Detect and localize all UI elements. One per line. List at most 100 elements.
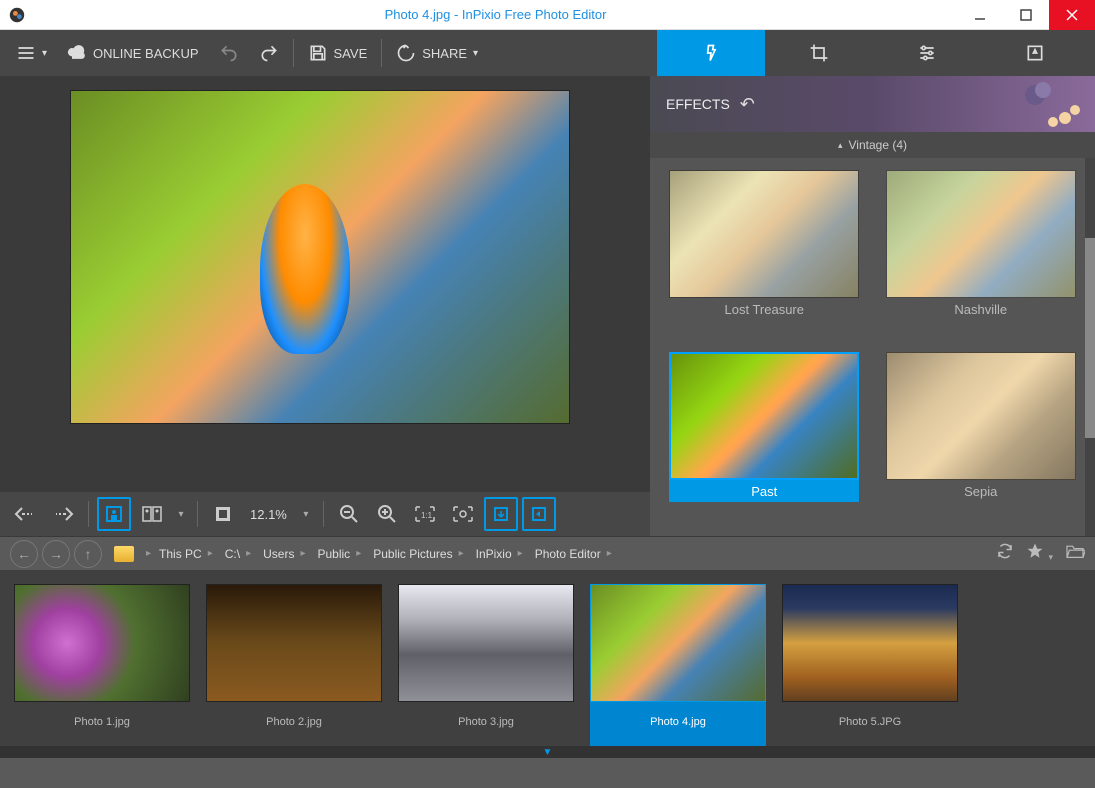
- effect-label: Past: [669, 480, 859, 502]
- view-compare-button[interactable]: [135, 497, 169, 531]
- redo-button[interactable]: [249, 30, 289, 76]
- separator: [197, 501, 198, 527]
- film-item[interactable]: Photo 2.jpg: [206, 584, 382, 746]
- effects-title: EFFECTS: [666, 96, 730, 112]
- maximize-button[interactable]: [1003, 0, 1049, 30]
- separator: [293, 39, 294, 67]
- toggle-panel-button[interactable]: [522, 497, 556, 531]
- effect-thumbnail: [669, 170, 859, 298]
- effects-panel: EFFECTS ↶ ▴ Vintage (4) Lost Treasure Na…: [650, 76, 1095, 536]
- effects-grid: Lost Treasure Nashville Past Sepia: [650, 158, 1095, 536]
- nav-forward-button[interactable]: →: [42, 540, 70, 568]
- zoom-out-button[interactable]: [332, 497, 366, 531]
- save-button[interactable]: SAVE: [298, 30, 378, 76]
- film-thumbnail: [206, 584, 382, 702]
- nav-back-button[interactable]: ←: [10, 540, 38, 568]
- film-label: Photo 2.jpg: [266, 702, 322, 742]
- chevron-icon: ▸: [146, 548, 151, 559]
- main-toolbar: ▾ ONLINE BACKUP SAVE SHARE ▾: [0, 30, 1095, 76]
- tab-crop[interactable]: [765, 30, 873, 76]
- titlebar: Photo 4.jpg - InPixio Free Photo Editor: [0, 0, 1095, 30]
- effects-reset-icon[interactable]: ↶: [740, 94, 755, 115]
- favorites-button[interactable]: ▾: [1026, 542, 1053, 565]
- tab-adjust[interactable]: [873, 30, 981, 76]
- view-single-button[interactable]: [97, 497, 131, 531]
- breadcrumb-segment[interactable]: This PC▸: [155, 547, 217, 561]
- svg-text:1:1: 1:1: [421, 511, 433, 520]
- prev-image-button[interactable]: [8, 497, 42, 531]
- separator: [381, 39, 382, 67]
- window-title: Photo 4.jpg - InPixio Free Photo Editor: [34, 7, 957, 22]
- zoom-in-button[interactable]: [370, 497, 404, 531]
- zoom-dropdown[interactable]: ▾: [297, 497, 315, 531]
- breadcrumb-bar: ← → ↑ ▸ This PC▸ C:\▸ Users▸ Public▸ Pub…: [0, 536, 1095, 570]
- breadcrumb-segment[interactable]: Public Pictures▸: [369, 547, 467, 561]
- fit-screen-button[interactable]: [206, 497, 240, 531]
- effects-header: EFFECTS ↶: [650, 76, 1095, 132]
- canvas-toolbar: ▾ 12.1% ▾ 1:1: [0, 492, 650, 536]
- filmstrip: Photo 1.jpg Photo 2.jpg Photo 3.jpg Phot…: [0, 570, 1095, 746]
- film-item[interactable]: Photo 5.JPG: [782, 584, 958, 746]
- breadcrumb-segment[interactable]: InPixio▸: [472, 547, 527, 561]
- film-thumbnail: [590, 584, 766, 702]
- separator: [88, 501, 89, 527]
- separator: [323, 501, 324, 527]
- film-thumbnail: [398, 584, 574, 702]
- refresh-button[interactable]: [996, 542, 1014, 565]
- zoom-actual-button[interactable]: 1:1: [408, 497, 442, 531]
- scrollbar-thumb[interactable]: [1085, 238, 1095, 438]
- tab-effects[interactable]: [657, 30, 765, 76]
- effect-thumbnail: [886, 352, 1076, 480]
- effect-label: Sepia: [886, 480, 1076, 502]
- film-item[interactable]: Photo 3.jpg: [398, 584, 574, 746]
- save-label: SAVE: [334, 46, 368, 61]
- film-label: Photo 1.jpg: [74, 702, 130, 742]
- breadcrumb-segment[interactable]: Photo Editor▸: [531, 547, 616, 561]
- zoom-value: 12.1%: [244, 507, 293, 522]
- folder-icon: [114, 546, 134, 562]
- effect-label: Nashville: [886, 298, 1076, 320]
- effect-past[interactable]: Past: [662, 352, 867, 524]
- effect-sepia[interactable]: Sepia: [879, 352, 1084, 524]
- canvas-viewport[interactable]: [0, 76, 650, 492]
- online-backup-button[interactable]: ONLINE BACKUP: [57, 30, 208, 76]
- menu-button[interactable]: ▾: [6, 30, 57, 76]
- tool-tabs: [657, 30, 1089, 76]
- toggle-filmstrip-button[interactable]: [484, 497, 518, 531]
- film-thumbnail: [782, 584, 958, 702]
- undo-button[interactable]: [209, 30, 249, 76]
- header-decoration: [905, 80, 1085, 130]
- share-label: SHARE: [422, 46, 467, 61]
- app-logo: [6, 4, 28, 26]
- nav-up-button[interactable]: ↑: [74, 540, 102, 568]
- film-item[interactable]: Photo 1.jpg: [14, 584, 190, 746]
- minimize-button[interactable]: [957, 0, 1003, 30]
- next-image-button[interactable]: [46, 497, 80, 531]
- effect-thumbnail: [886, 170, 1076, 298]
- film-thumbnail: [14, 584, 190, 702]
- open-folder-button[interactable]: [1065, 543, 1085, 564]
- share-button[interactable]: SHARE ▾: [386, 30, 488, 76]
- breadcrumb-segment[interactable]: C:\▸: [221, 547, 255, 561]
- filmstrip-collapse-handle[interactable]: ▼: [0, 746, 1095, 758]
- view-mode-dropdown[interactable]: ▾: [173, 497, 189, 531]
- effects-category[interactable]: ▴ Vintage (4): [650, 132, 1095, 158]
- breadcrumb-segment[interactable]: Public▸: [314, 547, 366, 561]
- effect-label: Lost Treasure: [669, 298, 859, 320]
- canvas-image: [70, 90, 570, 424]
- film-label: Photo 3.jpg: [458, 702, 514, 742]
- main-area: ▾ 12.1% ▾ 1:1: [0, 76, 1095, 536]
- tab-frames[interactable]: [981, 30, 1089, 76]
- film-item[interactable]: Photo 4.jpg: [590, 584, 766, 746]
- zoom-fit-button[interactable]: [446, 497, 480, 531]
- backup-label: ONLINE BACKUP: [93, 46, 198, 61]
- film-label: Photo 5.JPG: [839, 702, 901, 742]
- film-label: Photo 4.jpg: [650, 702, 706, 742]
- effect-lost-treasure[interactable]: Lost Treasure: [662, 170, 867, 342]
- effect-nashville[interactable]: Nashville: [879, 170, 1084, 342]
- category-label: Vintage (4): [849, 138, 907, 152]
- canvas-area: ▾ 12.1% ▾ 1:1: [0, 76, 650, 536]
- close-button[interactable]: [1049, 0, 1095, 30]
- breadcrumb-segment[interactable]: Users▸: [259, 547, 309, 561]
- effect-thumbnail: [669, 352, 859, 480]
